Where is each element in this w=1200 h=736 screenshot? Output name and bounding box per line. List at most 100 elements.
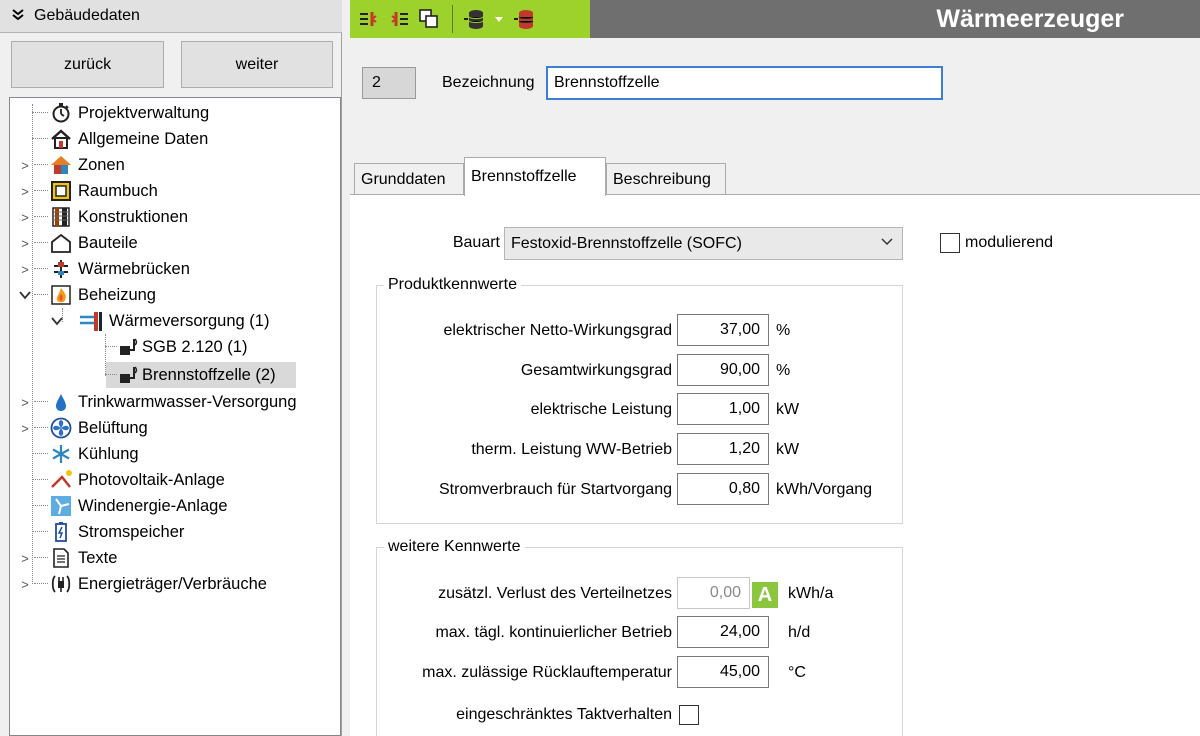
left-panel: Gebäudedaten zurück weiter Projektverwal… <box>0 0 342 736</box>
tree-item-kuehlung[interactable]: Kühlung <box>10 441 340 467</box>
tab-grunddaten[interactable]: Grunddaten <box>354 163 464 195</box>
expand-chevron-icon[interactable]: > <box>19 389 31 415</box>
tree-item-label: Photovoltaik-Anlage <box>78 471 225 489</box>
document-icon <box>50 547 72 569</box>
tree-item-label: SGB 2.120 (1) <box>142 338 248 356</box>
tree-item-belueftung[interactable]: > Belüftung <box>10 415 340 441</box>
flame-icon <box>50 284 72 306</box>
tree-item-label: Windenergie-Anlage <box>78 497 228 515</box>
bauart-label: Bauart <box>452 234 500 251</box>
tree-item-waermeversorgung[interactable]: Wärmeversorgung (1) <box>10 308 340 334</box>
tree-item-photovoltaik[interactable]: Photovoltaik-Anlage <box>10 467 340 493</box>
tree-item-label: Kühlung <box>78 445 139 463</box>
chevron-down-icon[interactable] <box>879 234 895 250</box>
tree-item-konstruktionen[interactable]: > Konstruktionen <box>10 204 340 230</box>
tree-item-label: Beheizung <box>78 286 156 304</box>
group-title: weitere Kennwerte <box>384 538 525 556</box>
field-label: Gesamtwirkungsgrad <box>520 362 672 379</box>
kontinuierlicher-betrieb-input[interactable]: 24,00 <box>677 616 769 648</box>
expand-chevron-icon[interactable]: > <box>19 571 31 597</box>
page-title: Wärmeerzeuger <box>936 4 1124 33</box>
expand-chevron-icon[interactable]: > <box>19 230 31 256</box>
database-add-icon[interactable] <box>463 8 485 30</box>
tree-item-texte[interactable]: > Texte <box>10 545 340 571</box>
zone-house-icon <box>50 154 72 176</box>
next-button[interactable]: weiter <box>181 41 333 88</box>
taktverhalten-checkbox[interactable] <box>679 705 699 725</box>
wind-energy-icon <box>50 495 72 517</box>
tree-item-stromspeicher[interactable]: Stromspeicher <box>10 519 340 545</box>
tree-item-sgb[interactable]: SGB 2.120 (1) <box>10 334 340 360</box>
tree-item-label: Belüftung <box>78 419 148 437</box>
tree-item-trinkwarmwasser[interactable]: > Trinkwarmwasser-Versorgung <box>10 389 340 415</box>
unit-label: °C <box>788 664 806 681</box>
expand-chevron-icon[interactable]: > <box>19 415 31 441</box>
auto-value-badge[interactable]: A <box>752 582 778 608</box>
bauart-select[interactable]: Festoxid-Brennstoffzelle (SOFC) <box>504 227 903 260</box>
tab-beschreibung[interactable]: Beschreibung <box>606 163 726 195</box>
tree-item-label: Energieträger/Verbräuche <box>78 575 267 593</box>
tree-item-label: Wärmeversorgung (1) <box>109 312 270 330</box>
tree-item-projektverwaltung[interactable]: Projektverwaltung <box>10 100 340 126</box>
back-button[interactable]: zurück <box>11 41 164 88</box>
unit-label: % <box>776 322 791 339</box>
ruecklauftemperatur-input[interactable]: 45,00 <box>677 656 769 688</box>
expand-chevron-icon[interactable]: > <box>19 256 31 282</box>
netto-wirkungsgrad-input[interactable]: 37,00 <box>677 314 769 346</box>
tree-item-windenergie[interactable]: Windenergie-Anlage <box>10 493 340 519</box>
collapse-chevron-icon[interactable] <box>19 282 31 308</box>
move-right-icon[interactable] <box>388 8 410 30</box>
bezeichnung-input[interactable] <box>546 66 943 100</box>
snowflake-icon <box>50 443 72 465</box>
elektrische-leistung-input[interactable]: 1,00 <box>677 393 769 425</box>
tree-item-zonen[interactable]: > Zonen <box>10 152 340 178</box>
database-delete-icon[interactable] <box>513 8 535 30</box>
tree-item-label: Stromspeicher <box>78 523 185 541</box>
move-left-icon[interactable] <box>358 8 380 30</box>
house-icon <box>50 128 72 150</box>
expand-chevron-icon[interactable]: > <box>19 178 31 204</box>
panel-header[interactable]: Gebäudedaten <box>0 0 342 33</box>
field-label: therm. Leistung WW-Betrieb <box>471 441 672 458</box>
tree-item-allgemeine-daten[interactable]: Allgemeine Daten <box>10 126 340 152</box>
gesamtwirkungsgrad-input[interactable]: 90,00 <box>677 354 769 386</box>
expand-chevron-icon[interactable]: > <box>19 204 31 230</box>
unit-label: kWh/Vorgang <box>776 481 873 498</box>
tree-item-waermebruecken[interactable]: > Wärmebrücken <box>10 256 340 282</box>
tree-item-label: Zonen <box>78 156 125 174</box>
tree-item-beheizung[interactable]: Beheizung <box>10 282 340 308</box>
unit-label: % <box>776 362 791 379</box>
water-drop-icon <box>50 391 72 413</box>
panel-title: Gebäudedaten <box>34 7 140 24</box>
tab-brennstoffzelle[interactable]: Brennstoffzelle <box>464 157 606 196</box>
toolbar-separator <box>452 5 453 33</box>
verlust-verteilnetz-input: 0,00 <box>677 577 750 609</box>
tree-item-label: Projektverwaltung <box>78 104 210 122</box>
group-title: Produktkennwerte <box>384 276 521 294</box>
tree-item-energietraeger[interactable]: > Energieträger/Verbräuche <box>10 571 340 597</box>
dropdown-arrow-icon[interactable] <box>493 8 505 30</box>
boiler-icon <box>118 364 140 386</box>
expand-chevron-icon[interactable]: > <box>19 545 31 571</box>
tree-item-label: Raumbuch <box>78 182 158 200</box>
stopwatch-icon <box>50 102 72 124</box>
therm-leistung-input[interactable]: 1,20 <box>677 433 769 465</box>
tree-item-raumbuch[interactable]: > Raumbuch <box>10 178 340 204</box>
expand-chevron-icon[interactable]: > <box>19 152 31 178</box>
room-book-icon <box>50 180 72 202</box>
tree-item-label: Brennstoffzelle (2) <box>142 366 276 384</box>
collapse-chevron-icon[interactable] <box>51 308 63 334</box>
copy-icon[interactable] <box>418 8 440 30</box>
battery-icon <box>50 521 72 543</box>
building-outline-icon <box>50 232 72 254</box>
record-number-field: 2 <box>362 67 416 99</box>
unit-label: h/d <box>788 624 811 641</box>
double-chevron-down-icon[interactable] <box>12 8 24 24</box>
tree-item-label: Wärmebrücken <box>78 260 190 278</box>
tree-item-brennstoffzelle[interactable]: Brennstoffzelle (2) <box>10 362 340 388</box>
stromverbrauch-start-input[interactable]: 0,80 <box>677 473 769 505</box>
taktverhalten-label: eingeschränktes Taktverhalten <box>456 706 672 723</box>
field-label: elektrischer Netto-Wirkungsgrad <box>443 322 672 339</box>
tree-item-bauteile[interactable]: > Bauteile <box>10 230 340 256</box>
modulierend-checkbox[interactable] <box>940 233 960 253</box>
